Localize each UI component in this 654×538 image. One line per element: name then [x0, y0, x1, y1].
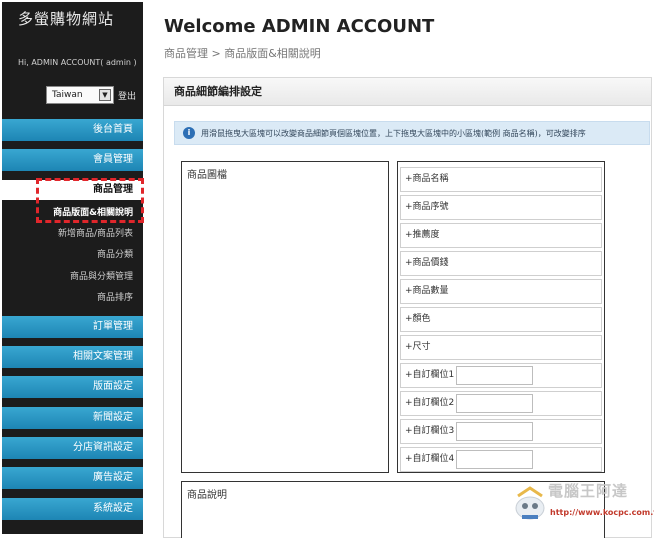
image-block-label: 商品圖檔	[187, 170, 227, 181]
nav-news-settings[interactable]: 新聞設定	[2, 407, 143, 429]
field-item[interactable]: +自訂欄位2	[400, 391, 602, 416]
logout-link[interactable]: 登出	[118, 89, 136, 102]
custom-field-input[interactable]	[456, 422, 533, 441]
watermark: 電腦王阿達 http://www.kocpc.com.tw	[510, 480, 654, 528]
nav-orders[interactable]: 訂單管理	[2, 316, 143, 338]
nav-ad-settings[interactable]: 廣告設定	[2, 467, 143, 489]
nav-sub-add-product[interactable]: 新增商品/商品列表	[2, 225, 143, 243]
description-block-label: 商品說明	[187, 490, 227, 501]
nav-members[interactable]: 會員管理	[2, 149, 143, 171]
highlight-annotation	[36, 178, 144, 223]
nav-layout-settings[interactable]: 版面設定	[2, 376, 143, 398]
language-value: Taiwan	[52, 90, 83, 100]
chevron-down-icon[interactable]: ▼	[99, 89, 111, 101]
nav-system-settings[interactable]: 系統設定	[2, 498, 143, 520]
nav-sub-sort[interactable]: 商品排序	[2, 289, 143, 307]
field-item[interactable]: +自訂欄位1	[400, 363, 602, 388]
field-item[interactable]: +顏色	[400, 307, 602, 332]
sidebar: 多螢購物網站 Hi, ADMIN ACCOUNT( admin ) Taiwan…	[2, 2, 143, 534]
info-icon: i	[183, 127, 195, 139]
nav-branch-settings[interactable]: 分店資訊設定	[2, 437, 143, 459]
field-item[interactable]: +商品名稱	[400, 167, 602, 192]
custom-field-input[interactable]	[456, 450, 533, 469]
field-item[interactable]: +商品序號	[400, 195, 602, 220]
nav-home[interactable]: 後台首頁	[2, 119, 143, 141]
language-row: Taiwan ▼ 登出	[46, 86, 136, 104]
mascot-icon	[515, 486, 545, 520]
layout-panel: 商品細節編排設定 i 用滑鼠拖曳大區塊可以改變商品細節頁個區塊位置，上下拖曳大區…	[163, 77, 652, 538]
nav-sub-category[interactable]: 商品分類	[2, 246, 143, 264]
image-block[interactable]: 商品圖檔	[181, 161, 389, 473]
page-title: Welcome ADMIN ACCOUNT	[164, 16, 435, 37]
site-title: 多螢購物網站	[18, 10, 115, 28]
watermark-url: http://www.kocpc.com.tw	[550, 508, 654, 517]
field-item[interactable]: +自訂欄位4	[400, 447, 602, 472]
nav-articles[interactable]: 相關文案管理	[2, 346, 143, 368]
field-item[interactable]: +商品數量	[400, 279, 602, 304]
info-banner: i 用滑鼠拖曳大區塊可以改變商品細節頁個區塊位置，上下拖曳大區塊中的小區塊(範例…	[174, 121, 650, 145]
breadcrumb: 商品管理 > 商品版面&相關說明	[164, 47, 321, 60]
field-item[interactable]: +商品價錢	[400, 251, 602, 276]
custom-field-input[interactable]	[456, 366, 533, 385]
nav-sub-category-mgmt[interactable]: 商品與分類管理	[2, 268, 143, 286]
field-item[interactable]: +推薦度	[400, 223, 602, 248]
info-text: 用滑鼠拖曳大區塊可以改變商品細節頁個區塊位置，上下拖曳大區塊中的小區塊(範例 商…	[201, 128, 586, 138]
custom-field-input[interactable]	[456, 394, 533, 413]
panel-title: 商品細節編排設定	[164, 78, 651, 106]
field-item[interactable]: +自訂欄位3	[400, 419, 602, 444]
language-select[interactable]: Taiwan ▼	[46, 86, 114, 104]
fields-block[interactable]: +商品名稱 +商品序號 +推薦度 +商品價錢 +商品數量 +顏色 +尺寸 +自訂…	[397, 161, 605, 473]
user-greeting: Hi, ADMIN ACCOUNT( admin )	[18, 58, 137, 67]
watermark-title: 電腦王阿達	[548, 482, 629, 500]
field-item[interactable]: +尺寸	[400, 335, 602, 360]
